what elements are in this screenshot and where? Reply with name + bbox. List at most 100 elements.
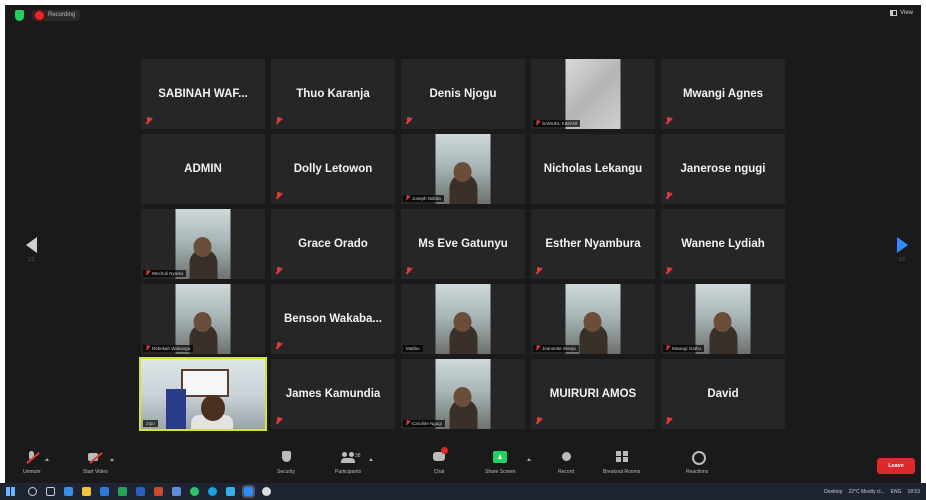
weather-widget[interactable]: 22°C Mostly cl... <box>848 489 884 495</box>
participant-tile[interactable]: Matibu <box>401 284 525 354</box>
participant-name: Wanene Lydiah <box>681 238 765 250</box>
record-button[interactable]: Record <box>558 451 574 475</box>
participant-tile[interactable]: Thuo Karanja <box>271 59 395 129</box>
participant-tile[interactable]: Denis Njogu <box>401 59 525 129</box>
word-icon[interactable] <box>135 487 145 496</box>
participant-tile[interactable]: Ms Eve Gatunyu <box>401 209 525 279</box>
participant-tile[interactable]: Wanene Lydiah <box>661 209 785 279</box>
participant-tile[interactable]: Wechuli Nyarko <box>141 209 265 279</box>
mail-icon[interactable] <box>99 487 109 496</box>
participant-name: Jeannette Wanja <box>542 346 576 351</box>
record-label: Record <box>558 469 575 475</box>
share-screen-button[interactable]: Share Screen <box>485 451 516 475</box>
app-icon[interactable] <box>261 487 271 496</box>
participant-tile[interactable]: Benson Wakaba... <box>271 284 395 354</box>
participant-name: David <box>707 388 739 400</box>
muted-microphone-icon <box>536 345 540 350</box>
participant-name: ADMIN <box>184 163 222 175</box>
participant-tile[interactable]: Mwangi Gathu <box>661 284 785 354</box>
participant-name: MUIRURI AMOS <box>549 388 637 400</box>
participant-tile[interactable]: SAMUEL KIMANI <box>531 59 655 129</box>
participant-tile[interactable]: Mwangi Agnes <box>661 59 785 129</box>
participant-name: Benson Wakaba... <box>284 313 382 325</box>
participant-video-feed <box>175 284 231 354</box>
participant-tile[interactable]: Joseph Ndirita <box>401 134 525 204</box>
participant-tile[interactable]: Esther Nyambura <box>531 209 655 279</box>
participant-name: Janerose ngugi <box>680 163 766 175</box>
share-options-caret-icon[interactable] <box>527 458 531 461</box>
breakout-rooms-label: Breakout Rooms <box>603 469 641 475</box>
unmute-button[interactable]: Unmute <box>23 451 41 475</box>
participant-tile[interactable]: Nicholas Lekangu <box>531 134 655 204</box>
participant-name: Ms Eve Gatunyu <box>418 238 508 250</box>
muted-microphone-icon <box>666 345 670 350</box>
muted-microphone-icon <box>146 270 150 275</box>
participant-tile[interactable]: Rebekah Wakanga <box>141 284 265 354</box>
clock[interactable]: 18:53 <box>907 489 920 495</box>
audio-options-caret-icon[interactable] <box>45 458 49 461</box>
windows-taskbar: Desktop 22°C Mostly cl... ENG 18:53 <box>0 483 926 500</box>
previous-page-button[interactable]: 1/2 <box>22 237 40 267</box>
participant-name-label: Rebekah Wakanga <box>143 345 194 352</box>
reactions-button[interactable]: Reactions <box>686 451 708 475</box>
recording-indicator[interactable]: Recording <box>32 9 81 21</box>
browser-icon[interactable] <box>207 487 217 496</box>
encryption-shield-icon[interactable] <box>15 9 24 21</box>
task-view-icon[interactable] <box>45 487 55 496</box>
participant-tile[interactable]: SABINAH WAF... <box>141 59 265 129</box>
muted-microphone-icon <box>406 267 412 274</box>
participant-tile[interactable]: Caroline Ngugi <box>401 359 525 429</box>
participant-video-feed <box>435 284 491 354</box>
participant-tile[interactable]: ADMIN <box>141 134 265 204</box>
teams-icon[interactable] <box>225 487 235 496</box>
search-icon[interactable] <box>27 487 37 496</box>
muted-microphone-icon <box>146 117 152 124</box>
participant-tile[interactable]: Grace Orado <box>271 209 395 279</box>
next-page-button[interactable]: 2/2 <box>893 237 911 267</box>
participant-tile[interactable]: James Kamundia <box>271 359 395 429</box>
participant-video-feed <box>435 359 491 429</box>
participants-options-caret-icon[interactable] <box>369 458 373 461</box>
leave-button[interactable]: Leave <box>877 458 915 474</box>
record-dot-icon <box>35 10 44 20</box>
store-icon[interactable] <box>171 487 181 496</box>
participant-tile[interactable]: MUIRURI AMOS <box>531 359 655 429</box>
chat-button[interactable]: Chat <box>432 447 448 475</box>
muted-microphone-icon <box>406 195 410 200</box>
participant-name: James Kamundia <box>285 388 381 400</box>
participant-name-label: Matibu <box>403 345 423 352</box>
participant-tile[interactable]: Zipo <box>139 357 267 431</box>
muted-microphone-icon <box>276 417 282 424</box>
start-video-button[interactable]: Start Video <box>83 451 108 475</box>
participant-tile[interactable]: David <box>661 359 785 429</box>
participants-label: Participants <box>335 469 362 475</box>
desktop-label[interactable]: Desktop <box>824 489 842 495</box>
participant-gallery: SABINAH WAF... Thuo Karanja Denis Njogu SAM… <box>139 59 785 431</box>
view-button[interactable]: View <box>890 10 913 16</box>
windows-start-icon[interactable] <box>6 487 15 496</box>
participant-tile[interactable]: Jeannette Wanja <box>531 284 655 354</box>
muted-microphone-icon <box>666 192 672 199</box>
arrow-right-icon <box>896 237 908 253</box>
participant-name: Thuo Karanja <box>296 88 370 100</box>
chrome-icon[interactable] <box>189 487 199 496</box>
edge-browser-icon[interactable] <box>63 487 73 496</box>
participant-name: Dolly Letowon <box>293 163 373 175</box>
participant-video-feed <box>435 134 491 204</box>
language-indicator[interactable]: ENG <box>891 489 902 495</box>
breakout-rooms-button[interactable]: Breakout Rooms <box>603 451 640 475</box>
participant-name: Joseph Ndirita <box>412 196 441 201</box>
powerpoint-icon[interactable] <box>153 487 163 496</box>
file-explorer-icon[interactable] <box>81 487 91 496</box>
video-options-caret-icon[interactable] <box>110 458 114 461</box>
system-tray: Desktop 22°C Mostly cl... ENG 18:53 <box>818 483 920 500</box>
page-indicator-left: 1/2 <box>27 257 35 263</box>
excel-icon[interactable] <box>117 487 127 496</box>
page-indicator-right: 2/2 <box>898 257 906 263</box>
participant-video-feed <box>565 59 621 129</box>
security-button[interactable]: Security <box>277 451 295 475</box>
participant-name: Matibu <box>406 346 420 351</box>
zoom-app-icon[interactable] <box>241 485 255 498</box>
participant-tile[interactable]: Dolly Letowon <box>271 134 395 204</box>
participant-tile[interactable]: Janerose ngugi <box>661 134 785 204</box>
